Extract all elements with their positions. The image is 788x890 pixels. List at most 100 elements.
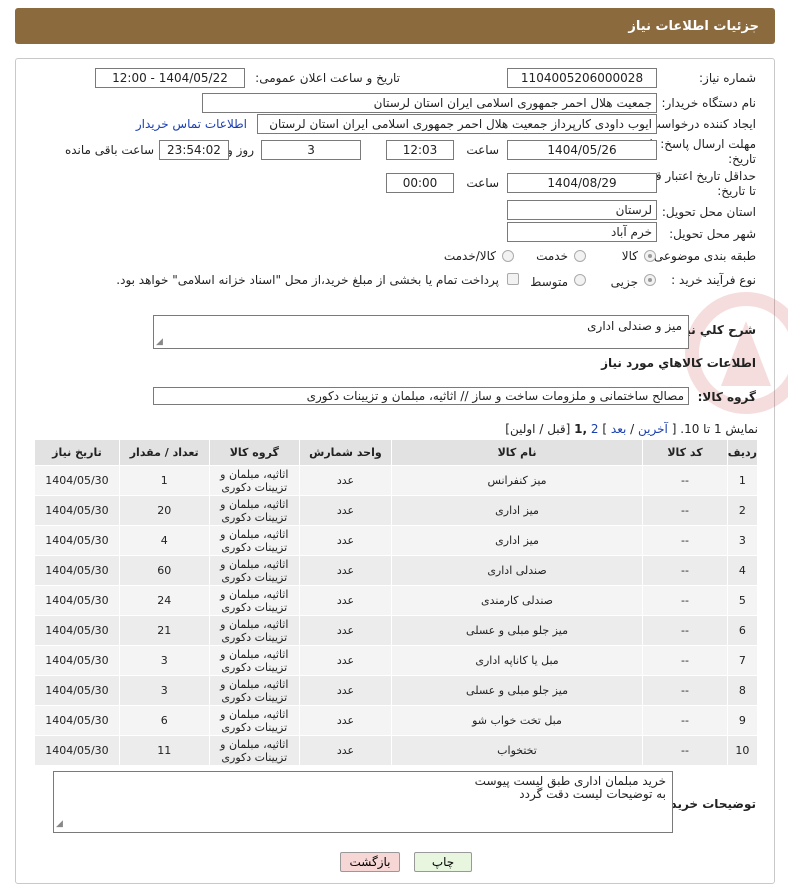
process-radio-minor[interactable]: [644, 274, 656, 286]
table-row: 7 -- مبل یا کاناپه اداری عدد اثاثیه، مبل…: [34, 645, 759, 676]
table-cell: مبل یا کاناپه اداری: [390, 645, 644, 676]
need-number-label: شماره نیاز:: [699, 71, 756, 85]
creator-field: ایوب داودی کارپرداز جمعیت هلال احمر جمهو…: [257, 114, 657, 134]
column-header: کد کالا: [642, 439, 728, 466]
resize-grip-icon[interactable]: ◢: [156, 337, 163, 347]
resize-grip-icon[interactable]: ◢: [56, 818, 63, 831]
table-cell: 1404/05/30: [34, 675, 120, 706]
table-cell: میز جلو مبلی و عسلی: [390, 615, 644, 646]
validity-date-label: تا تاریخ:: [717, 184, 756, 198]
category-radio-goods-service[interactable]: [502, 250, 514, 262]
pagination-showing: نمایش 1 تا 10.: [680, 422, 758, 436]
deadline-date-field: 1404/05/26: [507, 140, 657, 160]
process-radio-medium[interactable]: [574, 274, 586, 286]
table-cell: اثاثیه، مبلمان و تزیینات دکوری: [208, 465, 301, 496]
table-cell: عدد: [299, 615, 392, 646]
back-button[interactable]: بازگشت: [340, 852, 400, 872]
announce-datetime-field: 1404/05/22 - 12:00: [95, 68, 245, 88]
table-cell: عدد: [299, 525, 392, 556]
announce-label: تاریخ و ساعت اعلان عمومی:: [255, 71, 400, 85]
pagination-page-2-link[interactable]: 2: [591, 422, 599, 436]
table-row: 8 -- میز جلو مبلی و عسلی عدد اثاثیه، مبل…: [34, 675, 759, 706]
table-cell: 60: [118, 555, 210, 586]
process-option-minor: جزیی: [610, 275, 638, 289]
table-cell: 24: [118, 585, 210, 616]
pagination-separator: /: [630, 422, 635, 436]
table-cell: 2: [726, 495, 759, 526]
goods-group-field: مصالح ساختمانی و ملزومات ساخت و ساز // ا…: [153, 387, 689, 405]
buyer-org-field: جمعیت هلال احمر جمهوری اسلامی ایران استا…: [202, 93, 657, 113]
table-cell: عدد: [299, 555, 392, 586]
table-cell: 1404/05/30: [34, 465, 120, 496]
table-cell: 5: [726, 585, 759, 616]
table-cell: 6: [118, 705, 210, 736]
page-title: جزئیات اطلاعات نیاز: [628, 18, 759, 34]
table-cell: عدد: [299, 645, 392, 676]
category-option-service: خدمت: [536, 249, 568, 263]
table-row: 6 -- میز جلو مبلی و عسلی عدد اثاثیه، مبل…: [34, 615, 759, 646]
table-cell: اثاثیه، مبلمان و تزیینات دکوری: [208, 735, 301, 766]
print-button[interactable]: چاپ: [414, 852, 472, 872]
table-row: 4 -- صندلی اداری عدد اثاثیه، مبلمان و تز…: [34, 555, 759, 586]
table-cell: 1: [726, 465, 759, 496]
table-cell: 1404/05/30: [34, 495, 120, 526]
table-cell: عدد: [299, 495, 392, 526]
city-label: شهر محل تحویل:: [669, 227, 756, 241]
table-cell: 20: [118, 495, 210, 526]
table-cell: اثاثیه، مبلمان و تزیینات دکوری: [208, 675, 301, 706]
deadline-label: مهلت ارسال پاسخ: تا: [649, 137, 756, 151]
table-cell: 3: [118, 645, 210, 676]
buyer-org-label: نام دستگاه خریدار:: [661, 96, 757, 110]
table-cell: میز اداری: [390, 525, 644, 556]
process-label: نوع فرآیند خرید :: [671, 273, 756, 287]
treasury-payment-note: پرداخت تمام یا بخشی از مبلغ خرید،از محل …: [116, 273, 499, 287]
table-cell: 4: [118, 525, 210, 556]
table-cell: 4: [726, 555, 759, 586]
table-cell: 8: [726, 675, 759, 706]
goods-group-label: گروه کالا:: [697, 390, 756, 404]
time-remaining-label: ساعت باقی مانده: [64, 143, 154, 157]
process-option-medium: متوسط: [530, 275, 568, 289]
need-number-field: 1104005206000028: [507, 68, 657, 88]
table-cell: عدد: [299, 675, 392, 706]
table-cell: --: [642, 735, 728, 766]
goods-info-title: اطلاعات کالاهاي مورد نياز: [601, 356, 756, 370]
table-cell: عدد: [299, 735, 392, 766]
pagination-prev-first: [قبل / اولین]: [505, 422, 571, 436]
table-cell: 21: [118, 615, 210, 646]
table-cell: اثاثیه، مبلمان و تزیینات دکوری: [208, 645, 301, 676]
table-cell: میز اداری: [390, 495, 644, 526]
buyer-contact-link[interactable]: اطلاعات تماس خریدار: [136, 117, 247, 131]
pagination-next-link[interactable]: بعد: [611, 422, 626, 436]
table-cell: --: [642, 645, 728, 676]
category-radio-service[interactable]: [574, 250, 586, 262]
table-cell: مبل تخت خواب شو: [390, 705, 644, 736]
category-label: طبقه بندی موضوعی:: [649, 249, 756, 263]
table-cell: 1404/05/30: [34, 555, 120, 586]
column-header: نام کالا: [390, 439, 644, 466]
treasury-payment-checkbox[interactable]: [507, 273, 519, 285]
table-cell: --: [642, 705, 728, 736]
table-cell: صندلی کارمندی: [390, 585, 644, 616]
table-cell: 1: [118, 465, 210, 496]
table-cell: 6: [726, 615, 759, 646]
table-cell: 1404/05/30: [34, 705, 120, 736]
table-cell: --: [642, 675, 728, 706]
table-cell: 1404/05/30: [34, 615, 120, 646]
table-cell: عدد: [299, 585, 392, 616]
category-radio-goods[interactable]: [644, 250, 656, 262]
table-cell: صندلی اداری: [390, 555, 644, 586]
page-header: جزئیات اطلاعات نیاز: [15, 8, 775, 44]
pagination-open-bracket: [: [671, 422, 677, 436]
validity-time-field: 00:00: [386, 173, 454, 193]
buyer-notes-line-2: به توضیحات لیست دقت گردد: [519, 787, 666, 801]
validity-time-label: ساعت: [466, 176, 499, 190]
table-cell: --: [642, 495, 728, 526]
province-label: استان محل تحویل:: [661, 205, 756, 219]
pagination-last-link[interactable]: آخرین: [638, 422, 668, 436]
table-row: 9 -- مبل تخت خواب شو عدد اثاثیه، مبلمان …: [34, 705, 759, 736]
summary-textarea: میز و صندلی اداری ◢: [153, 315, 689, 349]
goods-table: ردیف کد کالا نام کالا واحد شمارش گروه کا…: [34, 439, 759, 766]
table-cell: --: [642, 555, 728, 586]
pagination: نمایش 1 تا 10. [ آخرین / بعد ] 2 ,1 [قبل…: [505, 422, 758, 436]
